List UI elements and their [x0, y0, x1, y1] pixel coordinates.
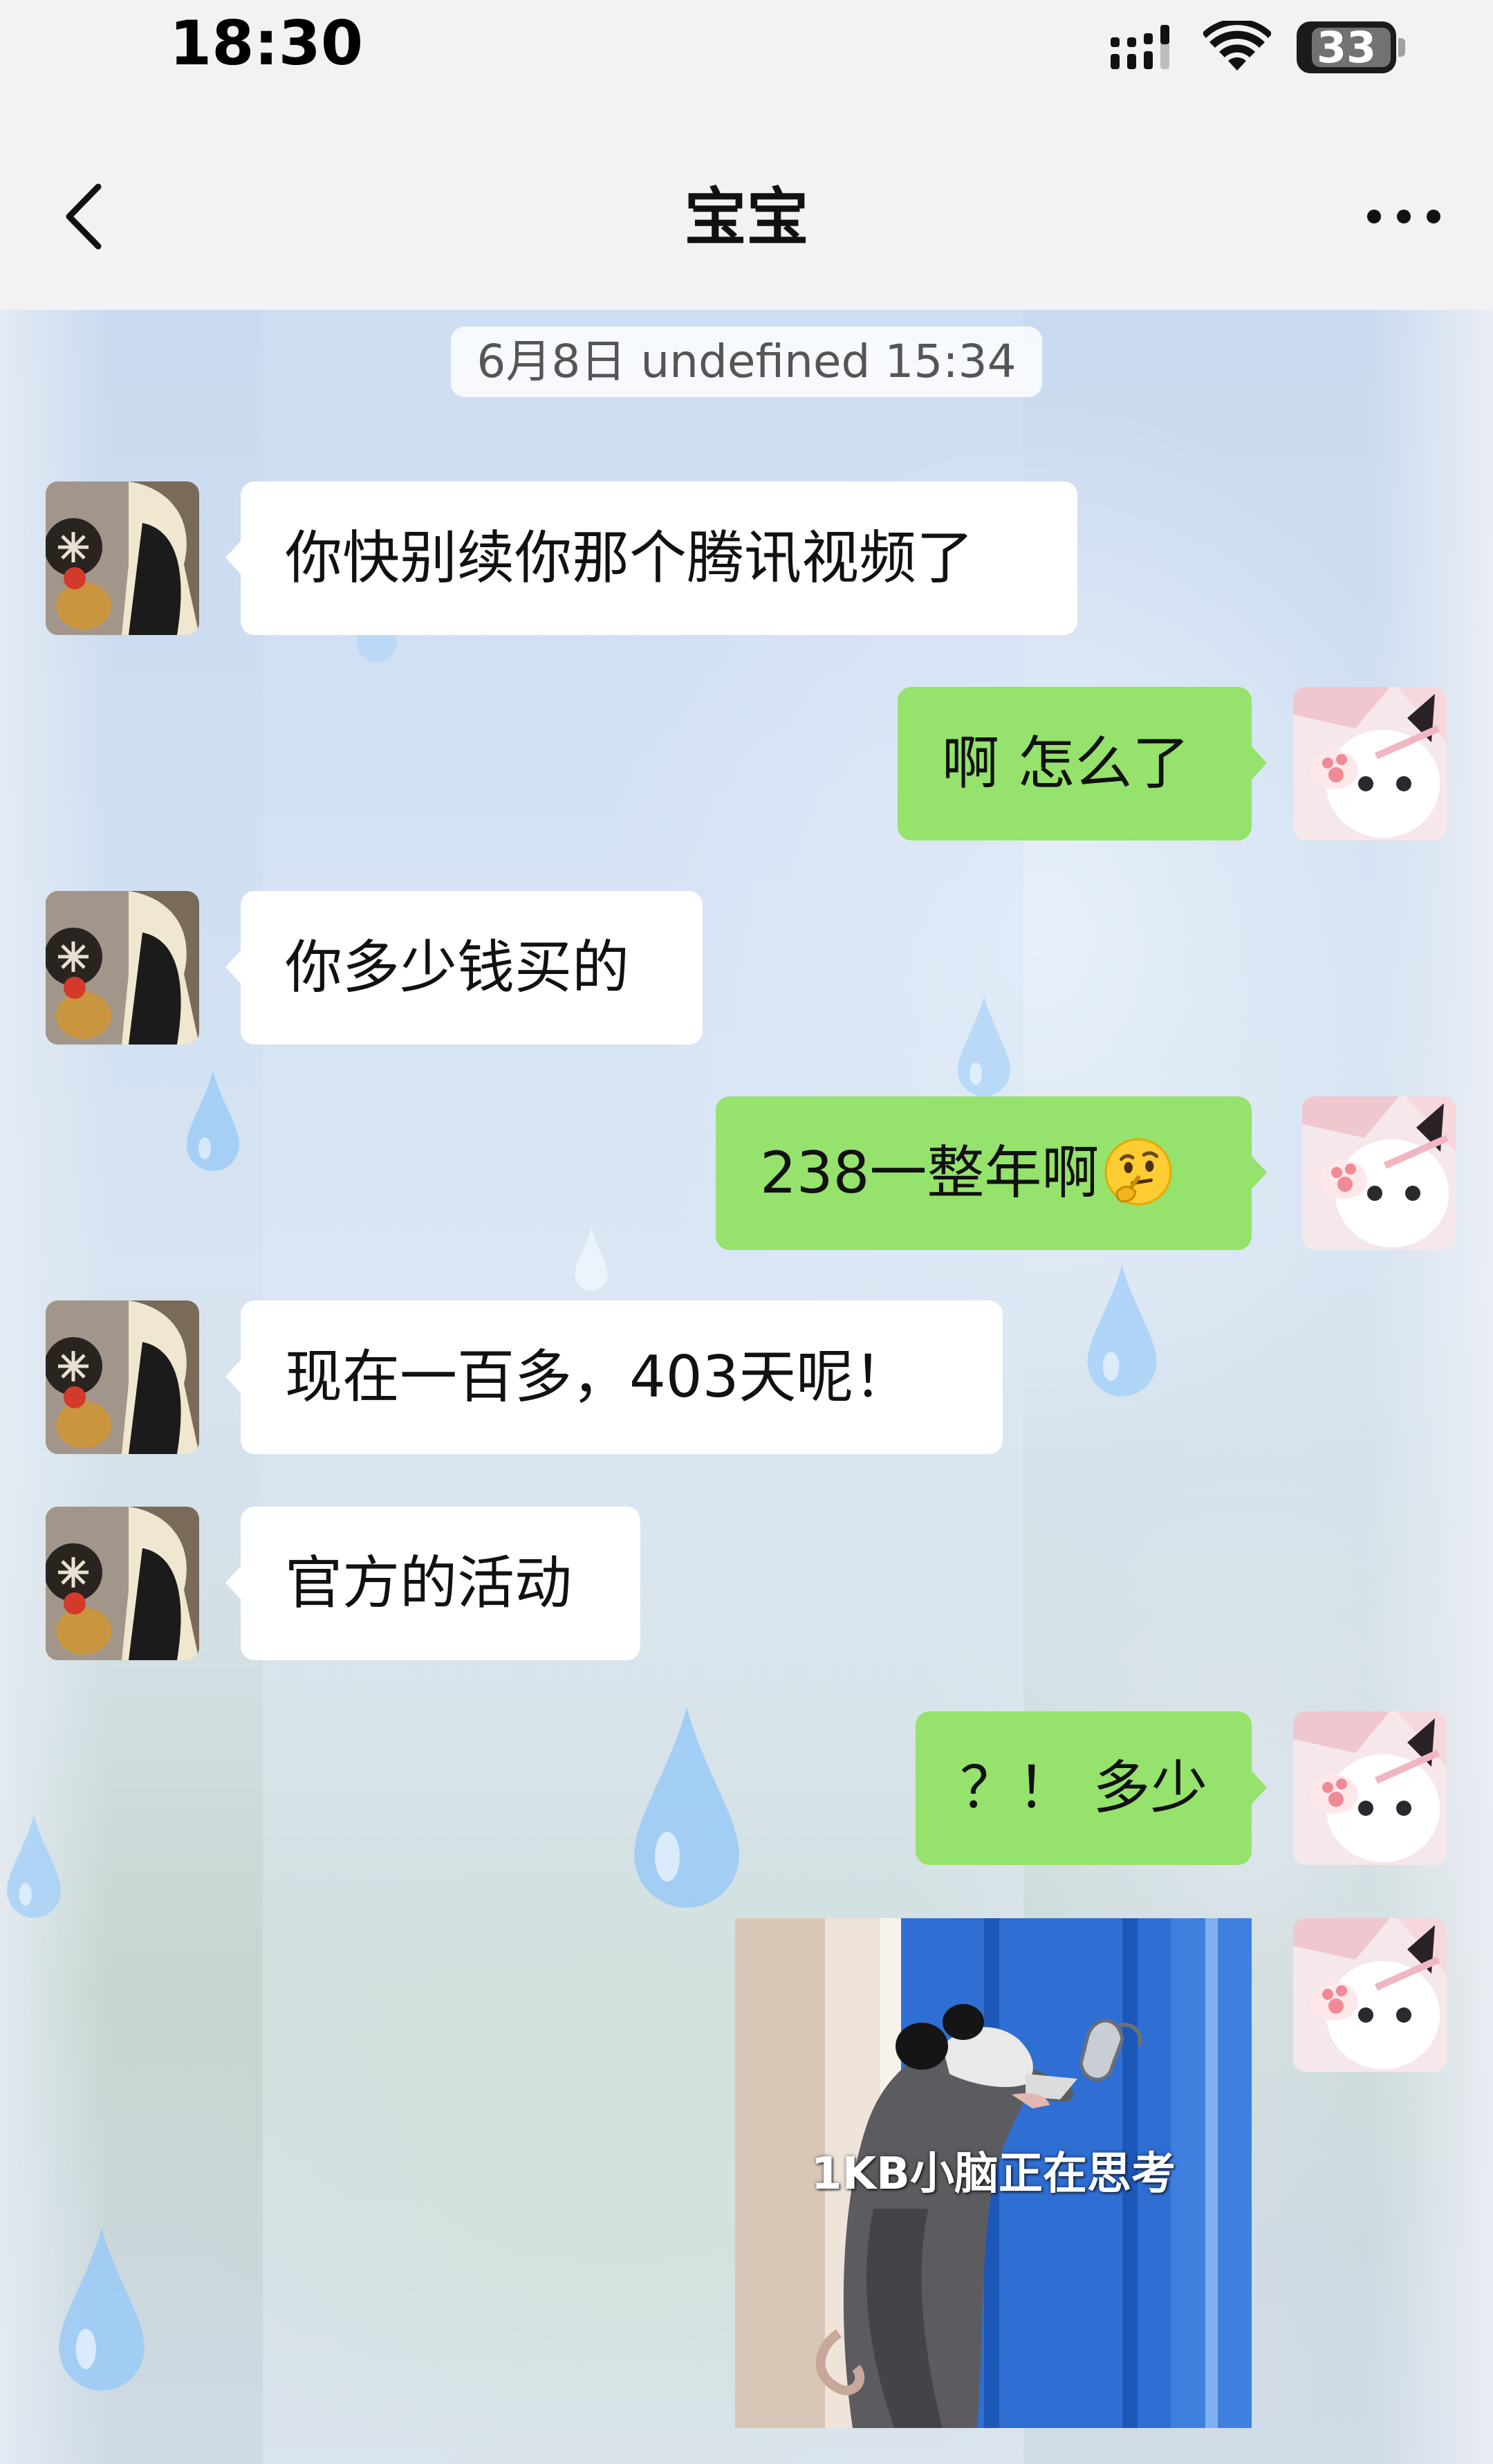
message-text: 啊 怎么了	[942, 730, 1190, 797]
contact-avatar[interactable]	[46, 481, 199, 635]
message-bubble-incoming[interactable]: 你多少钱买的	[225, 891, 703, 1045]
message-text: 你多少钱买的	[285, 934, 629, 1001]
water-drop-decoration	[187, 1071, 239, 1171]
battery-icon: 33	[1297, 21, 1406, 73]
message-text: ？！ 多少	[960, 1754, 1208, 1821]
water-drop-decoration	[59, 2227, 145, 2391]
user-avatar[interactable]	[1293, 1918, 1447, 2072]
chat-area[interactable]: 6月8日 undefined 15:34 你快别续你那个腾讯视频了 啊 怎么了	[0, 310, 1493, 2464]
nav-bar: 宝宝	[0, 104, 1493, 310]
contact-avatar[interactable]	[46, 1300, 199, 1454]
user-avatar[interactable]	[1293, 1711, 1447, 1865]
message-text: 你快别续你那个腾讯视频了	[285, 524, 974, 591]
status-time: 18:30	[169, 8, 364, 79]
contact-avatar[interactable]	[46, 1507, 199, 1660]
contact-avatar[interactable]	[46, 891, 199, 1045]
user-avatar[interactable]	[1293, 687, 1447, 840]
message-text: 238一整年啊	[760, 1139, 1100, 1206]
wifi-icon	[1203, 21, 1271, 71]
message-bubble-outgoing[interactable]: 啊 怎么了	[898, 687, 1267, 840]
message-bubble-incoming[interactable]: 现在一百多，403天呢！	[225, 1300, 1003, 1454]
image-caption: 1KB小脑正在思考	[811, 2149, 1176, 2200]
message-bubble-outgoing[interactable]: ？！ 多少	[916, 1711, 1267, 1865]
water-drop-decoration	[958, 996, 1010, 1096]
user-avatar[interactable]	[1302, 1096, 1456, 1250]
battery-level: 33	[1316, 22, 1377, 73]
water-drop-decoration	[634, 1707, 739, 1908]
message-bubble-outgoing[interactable]: 238一整年啊	[716, 1096, 1267, 1250]
more-dots-icon[interactable]	[1362, 199, 1445, 234]
message-text: 官方的活动	[285, 1550, 572, 1617]
water-drop-decoration	[1087, 1265, 1157, 1397]
message-bubble-incoming[interactable]: 你快别续你那个腾讯视频了	[225, 481, 1077, 635]
signal-icon	[1111, 25, 1169, 69]
background-frame	[1369, 310, 1493, 2464]
chat-timestamp: 6月8日 undefined 15:34	[451, 327, 1042, 397]
water-drop-decoration	[7, 1814, 61, 1918]
status-bar: 18:30 33	[0, 0, 1493, 104]
water-drop-decoration	[575, 1228, 608, 1291]
message-text: 现在一百多，403天呢！	[285, 1343, 911, 1410]
message-bubble-incoming[interactable]: 官方的活动	[225, 1507, 640, 1660]
chat-title: 宝宝	[684, 181, 809, 254]
thinking-face-emoji	[1104, 1138, 1172, 1206]
image-message[interactable]: 1KB小脑正在思考	[735, 1918, 1252, 2428]
